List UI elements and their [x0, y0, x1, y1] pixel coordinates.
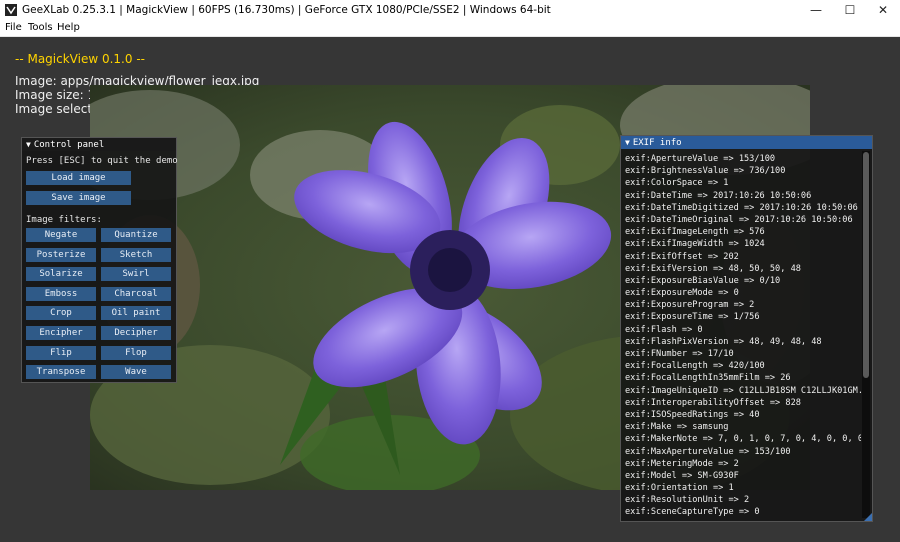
quantize-button[interactable]: Quantize	[101, 228, 171, 242]
exif-entry: exif:ColorSpace => 1	[625, 178, 729, 189]
maximize-button[interactable]: ☐	[833, 0, 867, 21]
exif-entry: exif:ResolutionUnit => 2	[625, 495, 750, 506]
exif-entry: exif:MeteringMode => 2	[625, 458, 739, 469]
app-icon	[5, 4, 17, 16]
minimize-button[interactable]: —	[799, 0, 833, 21]
flop-button[interactable]: Flop	[101, 346, 171, 360]
exif-entry: exif:MakerNote => 7, 0, 1, 0, 7, 0, 4, 0…	[625, 434, 861, 445]
emboss-button[interactable]: Emboss	[26, 287, 96, 301]
save-image-button[interactable]: Save image	[26, 191, 131, 205]
exif-entry: exif:DateTimeOriginal => 2017:10:26 10:5…	[625, 214, 853, 225]
quit-hint: Press [ESC] to quit the demo	[26, 156, 178, 166]
filters-label: Image filters:	[26, 215, 102, 225]
exif-entry: exif:BrightnessValue => 736/100	[625, 166, 786, 177]
collapse-arrow-icon[interactable]: ▼	[625, 138, 630, 147]
exif-entry: exif:ImageUniqueID => C12LLJB18SM C12LLJ…	[625, 385, 861, 396]
exif-entry: exif:InteroperabilityOffset => 828	[625, 397, 801, 408]
exif-entry: exif:ExifImageLength => 576	[625, 227, 765, 238]
exif-entry: exif:MaxApertureValue => 153/100	[625, 446, 791, 457]
window-title: GeeXLab 0.25.3.1 | MagickView | 60FPS (1…	[22, 4, 551, 16]
swirl-button[interactable]: Swirl	[101, 267, 171, 281]
exif-entry: exif:FlashPixVersion => 48, 49, 48, 48	[625, 336, 822, 347]
exif-entry: exif:ExposureBiasValue => 0/10	[625, 275, 781, 286]
exif-entry: exif:Flash => 0	[625, 324, 703, 335]
render-canvas[interactable]: -- MagickView 0.1.0 -- Image: apps/magic…	[0, 37, 900, 542]
exif-entry: exif:ExifImageWidth => 1024	[625, 239, 765, 250]
exif-entry: exif:DateTimeDigitized => 2017:10:26 10:…	[625, 202, 858, 213]
control-panel[interactable]: ▼ Control panel Press [ESC] to quit the d…	[21, 137, 178, 383]
exif-entry: exif:ExposureTime => 1/756	[625, 312, 760, 323]
exif-entry: exif:ExifOffset => 202	[625, 251, 739, 262]
exif-entry: exif:Model => SM-G930F	[625, 470, 739, 481]
exif-entry: exif:SceneCaptureType => 0	[625, 507, 760, 518]
exif-entry: exif:FocalLengthIn35mmFilm => 26	[625, 373, 791, 384]
exif-entry: exif:Make => samsung	[625, 422, 729, 433]
exif-entry: exif:ApertureValue => 153/100	[625, 154, 776, 164]
exif-entry: exif:ISOSpeedRatings => 40	[625, 409, 760, 420]
menu-bar: File Tools Help	[0, 21, 900, 37]
exif-list: exif:ApertureValue => 153/100 exif:Bright…	[625, 153, 861, 518]
negate-button[interactable]: Negate	[26, 228, 96, 242]
menu-help[interactable]: Help	[57, 22, 80, 33]
control-panel-titlebar[interactable]: ▼ Control panel	[22, 138, 176, 151]
oil-paint-button[interactable]: Oil paint	[101, 306, 171, 320]
menu-file[interactable]: File	[5, 22, 22, 33]
wave-button[interactable]: Wave	[101, 365, 171, 379]
resize-grip-icon[interactable]	[864, 513, 872, 521]
exif-entry: exif:FocalLength => 420/100	[625, 361, 765, 372]
transpose-button[interactable]: Transpose	[26, 365, 96, 379]
app-heading: -- MagickView 0.1.0 --	[15, 52, 145, 66]
decipher-button[interactable]: Decipher	[101, 326, 171, 340]
flip-button[interactable]: Flip	[26, 346, 96, 360]
exif-entry: exif:ExposureProgram => 2	[625, 300, 755, 311]
title-bar: GeeXLab 0.25.3.1 | MagickView | 60FPS (1…	[0, 0, 900, 21]
exif-entry: exif:Orientation => 1	[625, 483, 734, 494]
posterize-button[interactable]: Posterize	[26, 248, 96, 262]
collapse-arrow-icon[interactable]: ▼	[26, 140, 31, 149]
exif-scrollbar-thumb[interactable]	[863, 152, 869, 378]
exif-entry: exif:FNumber => 17/10	[625, 349, 734, 359]
control-panel-title: Control panel	[33, 140, 105, 150]
charcoal-button[interactable]: Charcoal	[101, 287, 171, 301]
encipher-button[interactable]: Encipher	[26, 326, 96, 340]
exif-panel[interactable]: ▼ EXIF info exif:ApertureValue => 153/100…	[620, 135, 873, 522]
exif-scrollbar[interactable]	[862, 151, 870, 518]
exif-entry: exif:ExifVersion => 48, 50, 50, 48	[625, 263, 801, 274]
exif-entry: exif:DateTime => 2017:10:26 10:50:06	[625, 190, 812, 201]
crop-button[interactable]: Crop	[26, 306, 96, 320]
load-image-button[interactable]: Load image	[26, 171, 131, 185]
close-button[interactable]: ✕	[866, 0, 900, 21]
exif-panel-title: EXIF info	[632, 138, 682, 148]
exif-panel-titlebar[interactable]: ▼ EXIF info	[621, 136, 872, 149]
exif-entry: exif:ExposureMode => 0	[625, 288, 739, 299]
solarize-button[interactable]: Solarize	[26, 267, 96, 281]
menu-tools[interactable]: Tools	[28, 22, 53, 33]
sketch-button[interactable]: Sketch	[101, 248, 171, 262]
